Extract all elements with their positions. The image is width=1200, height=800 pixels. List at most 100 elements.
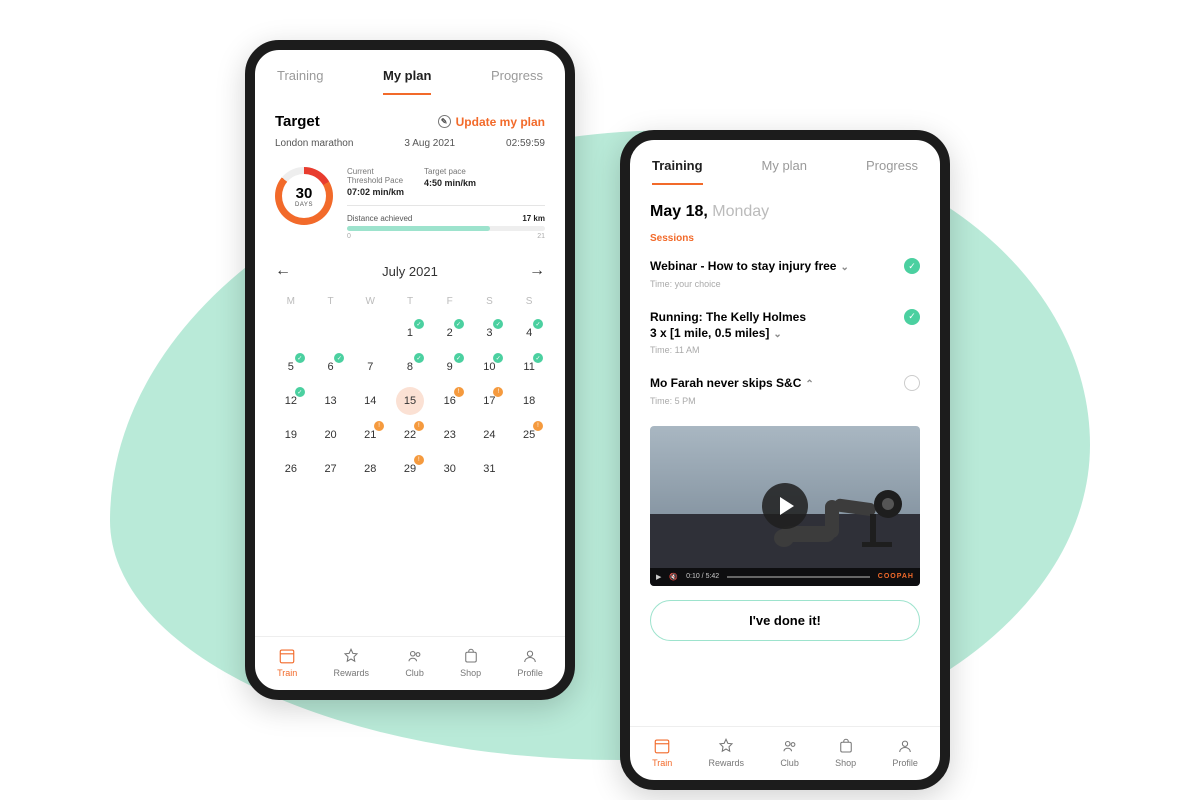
target-time: 02:59:59 [506,138,545,149]
nav-train[interactable]: Train [277,647,297,678]
calendar-day[interactable]: 19 [271,421,311,449]
calendar-day[interactable]: 16! [430,387,470,415]
day-done-badge: ✓ [334,353,344,363]
session-item[interactable]: Webinar - How to stay injury free⌄Time: … [630,250,940,301]
video-progress[interactable] [727,576,870,578]
nav-shop[interactable]: Shop [835,737,856,768]
check-done-icon[interactable]: ✓ [904,258,920,274]
countdown-ring: 30 DAYS [275,167,333,225]
calendar-day[interactable]: 31 [470,455,510,483]
nav-label: Profile [892,758,918,768]
calendar-day[interactable]: 6✓ [311,353,351,381]
calendar-day[interactable]: 7 [350,353,390,381]
tab-myplan[interactable]: My plan [762,158,808,185]
play-button[interactable] [762,483,808,529]
calendar-day[interactable]: 24 [470,421,510,449]
calendar-day[interactable]: 14 [350,387,390,415]
chevron-up-icon[interactable]: ⌃ [805,379,813,390]
chevron-down-icon[interactable]: ⌄ [773,329,781,340]
calendar-day[interactable]: 23 [430,421,470,449]
tab-progress[interactable]: Progress [491,68,543,95]
calendar-day [271,319,311,347]
tab-training[interactable]: Training [277,68,323,95]
calendar-day [271,489,311,505]
session-title: Webinar - How to stay injury free⌄ [650,258,896,275]
threshold-pace-label: Current Threshold Pace [347,167,404,185]
bag-icon [462,647,480,665]
check-open-icon[interactable] [904,375,920,391]
calendar-day[interactable]: 27 [311,455,351,483]
play-icon[interactable]: ▶ [656,573,661,581]
nav-shop[interactable]: Shop [460,647,481,678]
mute-icon[interactable]: 🔇 [669,573,678,581]
calendar-day [509,455,549,483]
calendar-day[interactable]: 17! [470,387,510,415]
calendar-day[interactable]: 29! [390,455,430,483]
nav-label: Train [277,668,297,678]
session-item[interactable]: Running: The Kelly Holmes 3 x [1 mile, 0… [630,301,940,368]
people-icon [781,737,799,755]
target-pace-value: 4:50 min/km [424,178,476,188]
session-video[interactable]: ▶ 🔇 0:10 / 5:42 COOPAH [650,426,920,586]
calendar-day[interactable]: 20 [311,421,351,449]
nav-club[interactable]: Club [405,647,424,678]
calendar-day[interactable]: 9✓ [430,353,470,381]
next-month-button[interactable]: → [529,262,545,280]
calendar-day[interactable]: 10✓ [470,353,510,381]
calendar-day[interactable]: 13 [311,387,351,415]
tab-training[interactable]: Training [652,158,703,185]
update-plan-link[interactable]: ✎ Update my plan [438,115,545,129]
calendar-icon [278,647,296,665]
calendar-day[interactable]: 5✓ [271,353,311,381]
calendar-grid: MTWTFSS1✓2✓3✓4✓5✓6✓78✓9✓10✓11✓12✓1314151… [255,290,565,505]
nav-rewards[interactable]: Rewards [709,737,745,768]
calendar-day[interactable]: 18 [509,387,549,415]
calendar-day[interactable]: 3✓ [470,319,510,347]
calendar-day[interactable]: 1✓ [390,319,430,347]
bottom-nav: Train Rewards Club Shop Profile [630,726,940,780]
day-todo-badge: ! [414,421,424,431]
day-done-badge: ✓ [414,353,424,363]
calendar-day[interactable]: 25! [509,421,549,449]
video-brand: COOPAH [878,573,914,580]
day-todo-badge: ! [414,455,424,465]
check-done-icon[interactable]: ✓ [904,309,920,325]
calendar-dow: M [271,290,311,313]
session-time: Time: 11 AM [650,345,896,355]
calendar-day[interactable]: 28 [350,455,390,483]
tab-myplan[interactable]: My plan [383,68,431,95]
calendar-day[interactable]: 12✓ [271,387,311,415]
bag-icon [837,737,855,755]
calendar-day[interactable]: 26 [271,455,311,483]
calendar-day[interactable]: 4✓ [509,319,549,347]
done-button[interactable]: I've done it! [650,600,920,641]
countdown-unit: DAYS [295,202,313,208]
calendar-day[interactable]: 22! [390,421,430,449]
metrics-block: 30 DAYS Current Threshold Pace 07:02 min… [255,167,565,240]
pencil-icon: ✎ [438,115,451,128]
video-controls[interactable]: ▶ 🔇 0:10 / 5:42 COOPAH [650,568,920,586]
distance-label: Distance achieved [347,214,412,223]
calendar-day[interactable]: 8✓ [390,353,430,381]
day-done-badge: ✓ [454,353,464,363]
chevron-down-icon[interactable]: ⌄ [840,262,848,273]
calendar-day [311,319,351,347]
calendar-day[interactable]: 21! [350,421,390,449]
nav-label: Rewards [709,758,745,768]
nav-club[interactable]: Club [780,737,799,768]
nav-train[interactable]: Train [652,737,672,768]
calendar-day[interactable]: 15 [396,387,424,415]
nav-rewards[interactable]: Rewards [334,647,370,678]
calendar-day[interactable]: 11✓ [509,353,549,381]
prev-month-button[interactable]: ← [275,262,291,280]
calendar-day[interactable]: 30 [430,455,470,483]
nav-profile[interactable]: Profile [892,737,918,768]
nav-label: Profile [517,668,543,678]
session-item[interactable]: Mo Farah never skips S&C⌃Time: 5 PM [630,367,940,418]
nav-profile[interactable]: Profile [517,647,543,678]
session-time: Time: 5 PM [650,396,896,406]
calendar-day[interactable]: 2✓ [430,319,470,347]
top-tabs: Training My plan Progress [255,50,565,95]
calendar-dow: S [509,290,549,313]
tab-progress[interactable]: Progress [866,158,918,185]
